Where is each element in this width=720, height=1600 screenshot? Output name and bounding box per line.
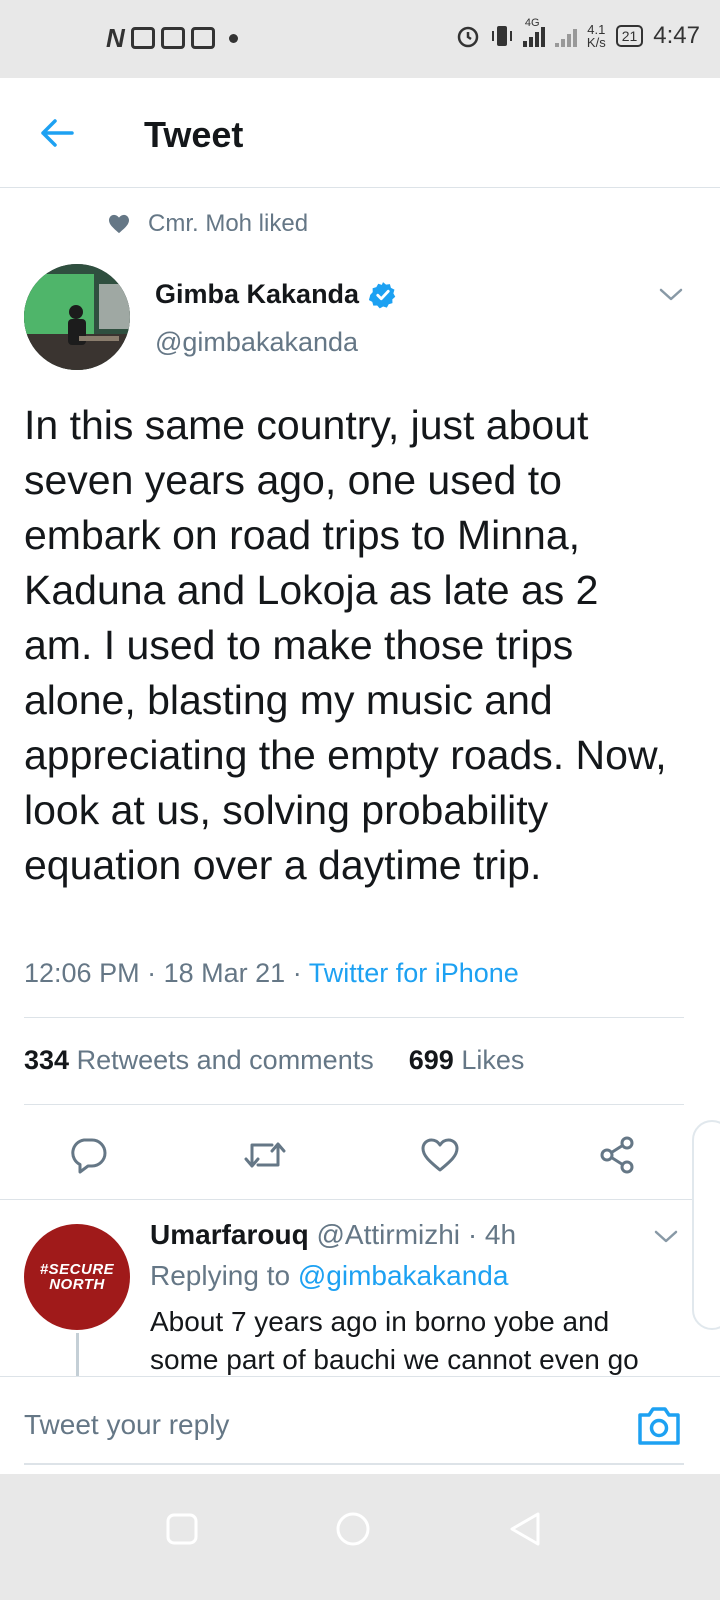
social-context: Cmr. Moh liked bbox=[108, 210, 308, 238]
author-handle[interactable]: @gimbakakanda bbox=[155, 327, 358, 358]
mail-notification-icon bbox=[190, 27, 215, 49]
reply-options-button[interactable] bbox=[652, 1225, 680, 1247]
share-icon bbox=[600, 1136, 634, 1174]
network-speed: 4.1 K/s bbox=[586, 22, 606, 50]
alarm-icon bbox=[457, 26, 479, 48]
back-arrow-icon bbox=[41, 119, 74, 147]
signal-icon bbox=[554, 25, 577, 47]
more-notifications-icon bbox=[228, 33, 238, 43]
tweet-date: 18 Mar 21 bbox=[163, 958, 286, 988]
reply-author-handle[interactable]: @Attirmizhi bbox=[316, 1219, 460, 1250]
reply-text: About 7 years ago in borno yobe and some… bbox=[150, 1306, 639, 1375]
tweet-meta: 12:06 PM · 18 Mar 21 · Twitter for iPhon… bbox=[24, 958, 519, 989]
netflix-notification-icon: N bbox=[106, 23, 125, 53]
reply-age: 4h bbox=[484, 1219, 517, 1250]
tweet-options-button[interactable] bbox=[656, 282, 686, 306]
author-name[interactable]: Gimba Kakanda bbox=[155, 279, 397, 310]
like-button[interactable] bbox=[415, 1130, 465, 1180]
square-icon bbox=[166, 1513, 198, 1545]
avatar-text: NORTH bbox=[49, 1276, 105, 1293]
tweet-source-link[interactable]: Twitter for iPhone bbox=[309, 958, 519, 988]
reply-avatar[interactable]: #SECURE NORTH bbox=[24, 1224, 130, 1330]
back-button[interactable] bbox=[32, 108, 82, 158]
retweet-button[interactable] bbox=[240, 1130, 290, 1180]
share-button[interactable] bbox=[592, 1130, 642, 1180]
author-avatar[interactable] bbox=[24, 264, 130, 370]
reply-author-name[interactable]: Umarfarouq bbox=[150, 1219, 309, 1250]
avatar-text: #SECURE bbox=[39, 1261, 115, 1278]
heart-filled-icon bbox=[109, 214, 129, 234]
retweets-stat[interactable]: 334 Retweets and comments bbox=[24, 1045, 374, 1075]
status-bar: N 4G 4.1 K/s 21 4:47 bbox=[0, 0, 720, 78]
chevron-down-icon bbox=[659, 288, 683, 301]
app-header: Tweet bbox=[0, 78, 720, 188]
camera-icon bbox=[638, 1407, 680, 1445]
system-icons: 4G 4.1 K/s 21 4:47 bbox=[455, 17, 700, 50]
reply-button[interactable] bbox=[63, 1130, 113, 1180]
divider bbox=[24, 1104, 684, 1105]
reply-composer: Tweet your reply bbox=[0, 1376, 720, 1474]
retweets-count: 334 bbox=[24, 1045, 70, 1075]
meta-separator: · bbox=[147, 958, 164, 988]
replying-to-handle[interactable]: @gimbakakanda bbox=[298, 1260, 509, 1291]
likes-count: 699 bbox=[408, 1045, 454, 1075]
replying-to-label: Replying to bbox=[150, 1260, 291, 1291]
heart-icon bbox=[421, 1138, 459, 1172]
clock: 4:47 bbox=[653, 22, 700, 49]
likes-label: Likes bbox=[461, 1045, 525, 1075]
back-nav-button[interactable] bbox=[500, 1504, 550, 1554]
input-underline bbox=[24, 1463, 684, 1465]
chevron-down-icon bbox=[654, 1230, 678, 1243]
triangle-back-icon bbox=[510, 1512, 540, 1546]
meta-separator: · bbox=[292, 958, 309, 988]
comment-icon bbox=[71, 1138, 107, 1174]
meta-separator: · bbox=[467, 1219, 485, 1250]
game-notification-icon bbox=[130, 27, 155, 49]
social-context-text[interactable]: Cmr. Moh liked bbox=[148, 210, 308, 238]
tweet-actions bbox=[0, 1126, 720, 1186]
thread-line bbox=[76, 1333, 79, 1377]
reply-input[interactable]: Tweet your reply bbox=[24, 1409, 229, 1441]
tweet-text: In this same country, just about seven y… bbox=[24, 402, 667, 888]
signal-4g-icon: 4G bbox=[522, 17, 545, 47]
circle-icon bbox=[336, 1512, 370, 1546]
likes-stat[interactable]: 699 Likes bbox=[409, 1045, 525, 1075]
notification-icons: N bbox=[106, 24, 238, 52]
add-photo-button[interactable] bbox=[636, 1405, 682, 1447]
avatar-image bbox=[24, 264, 130, 370]
divider bbox=[0, 1199, 720, 1200]
vibrate-icon bbox=[491, 26, 512, 46]
battery-icon: 21 bbox=[615, 25, 644, 47]
retweet-icon bbox=[244, 1142, 286, 1168]
scroll-handle[interactable] bbox=[692, 1120, 720, 1330]
tweet-time: 12:06 PM bbox=[24, 958, 140, 988]
home-button[interactable] bbox=[328, 1504, 378, 1554]
retweets-label: Retweets and comments bbox=[76, 1045, 374, 1075]
replying-to: Replying to @gimbakakanda bbox=[150, 1260, 508, 1292]
recents-button[interactable] bbox=[157, 1504, 207, 1554]
reply-header: Umarfarouq @Attirmizhi · 4h bbox=[150, 1219, 516, 1251]
gmail-notification-icon bbox=[160, 27, 185, 49]
divider bbox=[24, 1017, 684, 1018]
system-nav-bar bbox=[0, 1474, 720, 1600]
verified-badge-icon bbox=[369, 281, 396, 308]
tweet-stats: 334 Retweets and comments 699 Likes bbox=[24, 1045, 524, 1076]
page-title: Tweet bbox=[144, 114, 244, 155]
